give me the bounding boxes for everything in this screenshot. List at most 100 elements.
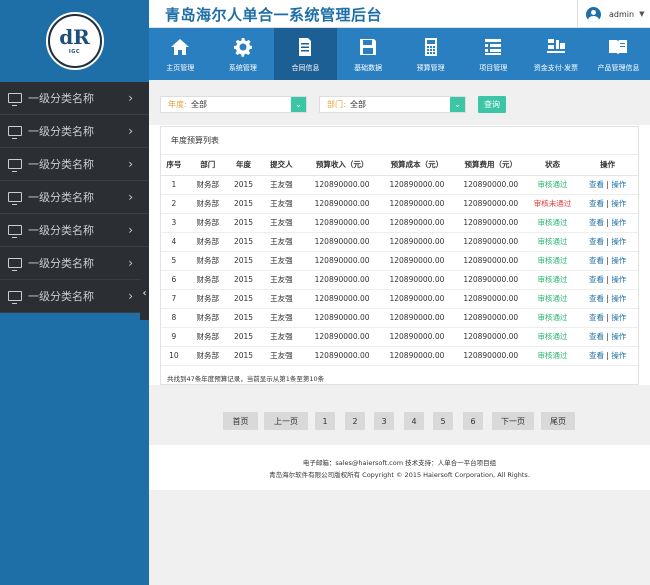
user-menu[interactable]: admin ▼ <box>577 0 650 28</box>
cell-expense: 120890000.00 <box>453 251 528 271</box>
sidebar-item[interactable]: 一级分类名称 › <box>0 115 149 148</box>
operate-link[interactable]: 操作 <box>611 332 626 341</box>
page-button[interactable]: 尾页 <box>541 412 575 430</box>
cell-submitter: 王友强 <box>258 175 305 195</box>
sidebar-item[interactable]: 一级分类名称 › <box>0 181 149 214</box>
monitor-icon <box>8 225 22 238</box>
dept-select[interactable]: 部门: 全部 ⌄ <box>319 96 466 113</box>
page-button[interactable]: 6 <box>463 412 483 430</box>
chevron-right-icon: › <box>128 256 133 270</box>
sidebar-item[interactable]: 一级分类名称 › <box>0 148 149 181</box>
view-link[interactable]: 查看 <box>589 218 604 227</box>
nav-item[interactable]: 基础数据 <box>337 28 400 80</box>
cell-dept: 财务部 <box>186 308 229 328</box>
nav-item[interactable]: 产品管理信息 <box>587 28 650 80</box>
view-link[interactable]: 查看 <box>589 351 604 360</box>
nav-item-label: 预算管理 <box>416 63 445 72</box>
page-button[interactable]: 上一页 <box>264 412 308 430</box>
budget-table-card: 年度预算列表 序号 部门 年度 提交人 预算收入（元） 预算成本（元） 预算费用（元） 状态操… <box>160 126 639 385</box>
nav-item[interactable]: 预算管理 <box>399 28 462 80</box>
status-badge: 审核通过 <box>527 327 578 347</box>
cell-submitter: 王友强 <box>258 327 305 347</box>
operate-link[interactable]: 操作 <box>611 180 626 189</box>
page-button[interactable]: 4 <box>404 412 424 430</box>
cell-year: 2015 <box>228 270 259 290</box>
sidebar-item[interactable]: 一级分类名称 › <box>0 247 149 280</box>
monitor-icon <box>8 192 22 205</box>
system-title: 青岛海尔人单合一系统管理后台 <box>165 6 383 24</box>
sidebar-item[interactable]: 一级分类名称 › <box>0 280 149 313</box>
cell-expense: 120890000.00 <box>453 232 528 252</box>
view-link[interactable]: 查看 <box>589 180 604 189</box>
nav-item[interactable]: 系统管理 <box>212 28 275 80</box>
cell-actions: 查看 | 操作 <box>577 289 638 309</box>
logo-subtext: IGC <box>68 49 81 55</box>
monitor-icon <box>8 291 22 304</box>
operate-link[interactable]: 操作 <box>611 256 626 265</box>
table-row: 3 财务部 2015 王友强 120890000.00 120890000.00 12089… <box>161 213 638 233</box>
year-select[interactable]: 年度: 全部 ⌄ <box>160 96 307 113</box>
cell-expense: 120890000.00 <box>453 346 528 366</box>
sidebar-item-label: 一级分类名称 <box>28 290 94 303</box>
sidebar-collapse-toggle[interactable]: ‹ <box>140 266 149 320</box>
cell-submitter: 王友强 <box>258 270 305 290</box>
query-button[interactable]: 查询 <box>478 96 506 113</box>
operate-link[interactable]: 操作 <box>611 237 626 246</box>
table-row: 2 财务部 2015 王友强 120890000.00 120890000.00 12089… <box>161 194 638 214</box>
cell-year: 2015 <box>228 346 259 366</box>
nav-item[interactable]: 资金支付·发票 <box>525 28 588 80</box>
table-row: 10 财务部 2015 王友强 120890000.00 120890000.00 1208… <box>161 346 638 366</box>
view-link[interactable]: 查看 <box>589 237 604 246</box>
operate-link[interactable]: 操作 <box>611 294 626 303</box>
sidebar-item[interactable]: 一级分类名称 › <box>0 214 149 247</box>
cell-income: 120890000.00 <box>304 308 380 328</box>
cell-no: 3 <box>161 213 187 233</box>
cell-cost: 120890000.00 <box>380 289 454 309</box>
sidebar-item-label: 一级分类名称 <box>28 257 94 270</box>
footer-contact: 电子邮箱：sales@haiersoft.com 技术支持：人单合一平台项目组 <box>302 459 497 467</box>
nav-item-label: 项目管理 <box>479 63 508 72</box>
chevron-down-icon[interactable]: ⌄ <box>291 97 306 112</box>
cell-actions: 查看 | 操作 <box>577 327 638 347</box>
budget-table: 序号 部门 年度 提交人 预算收入（元） 预算成本（元） 预算费用（元） 状态 操作 1 财务部 2… <box>161 155 638 366</box>
view-link[interactable]: 查看 <box>589 275 604 284</box>
cell-no: 5 <box>161 251 187 271</box>
nav-item[interactable]: 主页管理 <box>149 28 212 80</box>
logo-inner: dR IGC <box>49 16 100 66</box>
page-button[interactable]: 首页 <box>223 412 258 430</box>
sidebar-item[interactable]: 一级分类名称 › <box>0 82 149 115</box>
page-button[interactable]: 5 <box>433 412 453 430</box>
operate-link[interactable]: 操作 <box>611 199 626 208</box>
cell-income: 120890000.00 <box>304 327 380 347</box>
nav-item[interactable]: 项目管理 <box>462 28 525 80</box>
chevron-right-icon: › <box>128 289 133 303</box>
view-link[interactable]: 查看 <box>589 313 604 322</box>
view-link[interactable]: 查看 <box>589 332 604 341</box>
dept-select-label: 部门: <box>327 100 346 109</box>
chevron-down-icon[interactable]: ⌄ <box>450 97 465 112</box>
cell-actions: 查看 | 操作 <box>577 194 638 214</box>
monitor-icon <box>8 159 22 172</box>
page-button[interactable]: 下一页 <box>492 412 534 430</box>
view-link[interactable]: 查看 <box>589 294 604 303</box>
cell-income: 120890000.00 <box>304 251 380 271</box>
nav-item[interactable]: 合同信息 <box>274 28 337 80</box>
cell-dept: 财务部 <box>186 213 229 233</box>
operate-link[interactable]: 操作 <box>611 351 626 360</box>
view-link[interactable]: 查看 <box>589 199 604 208</box>
page-button[interactable]: 1 <box>315 412 335 430</box>
gear-icon <box>232 36 254 58</box>
cell-expense: 120890000.00 <box>453 289 528 309</box>
page-button[interactable]: 2 <box>345 412 365 430</box>
operate-link[interactable]: 操作 <box>611 275 626 284</box>
cell-year: 2015 <box>228 175 259 195</box>
logo[interactable]: dR IGC <box>45 12 104 70</box>
page-button[interactable]: 3 <box>374 412 394 430</box>
view-link[interactable]: 查看 <box>589 256 604 265</box>
operate-link[interactable]: 操作 <box>611 218 626 227</box>
operate-link[interactable]: 操作 <box>611 313 626 322</box>
payment-icon <box>545 36 567 58</box>
sidebar-item-label: 一级分类名称 <box>28 125 94 138</box>
top-header: 青岛海尔人单合一系统管理后台 admin ▼ <box>149 0 650 28</box>
cell-income: 120890000.00 <box>304 270 380 290</box>
